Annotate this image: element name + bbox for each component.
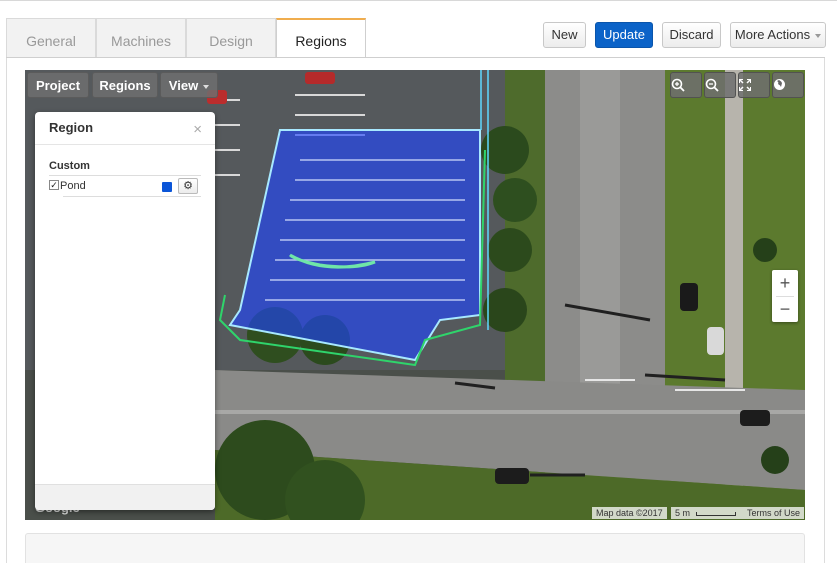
tab-general[interactable]: General	[6, 18, 96, 58]
zoom-out-icon[interactable]	[704, 72, 736, 98]
terms-of-use-link[interactable]: Terms of Use	[743, 507, 805, 519]
region-checkbox[interactable]: ✓	[49, 180, 59, 190]
map-data-attribution: Map data ©2017	[592, 507, 667, 519]
close-icon[interactable]: ×	[193, 121, 202, 138]
globe-icon[interactable]	[772, 72, 804, 98]
zoom-control: + −	[772, 270, 798, 322]
view-menu-button[interactable]: View	[160, 72, 218, 98]
update-button[interactable]: Update	[595, 22, 653, 48]
more-actions-label: More Actions	[734, 27, 811, 42]
region-color-swatch[interactable]	[162, 182, 172, 192]
fullscreen-icon[interactable]	[738, 72, 770, 98]
tab-machines[interactable]: Machines	[96, 18, 186, 58]
tab-regions[interactable]: Regions	[276, 18, 366, 58]
scale-label: 5 m	[675, 508, 691, 518]
regions-menu-button[interactable]: Regions	[92, 72, 158, 98]
region-name: Pond	[60, 180, 86, 192]
panel-divider	[35, 144, 215, 145]
section-heading: Custom	[49, 160, 90, 172]
zoom-separator	[776, 296, 794, 297]
zoom-out-button[interactable]: −	[772, 296, 798, 322]
top-divider	[0, 0, 837, 1]
gear-icon[interactable]: ⚙	[178, 178, 198, 194]
satellite-map[interactable]: Project Regions View + − Google Map data…	[25, 70, 805, 520]
zoom-in-button[interactable]: +	[772, 270, 798, 296]
panel-title: Region	[49, 120, 94, 135]
bottom-panel	[25, 533, 805, 563]
more-actions-button[interactable]: More Actions	[730, 22, 826, 48]
chevron-down-icon	[203, 84, 210, 89]
panel-footer	[35, 484, 215, 510]
zoom-in-icon[interactable]	[670, 72, 702, 98]
view-menu-label: View	[168, 78, 199, 93]
region-panel: Region × Custom ✓ Pond ⚙	[35, 112, 215, 510]
chevron-down-icon	[815, 33, 822, 38]
project-menu-button[interactable]: Project	[27, 72, 89, 98]
scale-line-icon	[695, 511, 736, 516]
row-divider	[63, 196, 201, 197]
scale-bar[interactable]: 5 m	[671, 507, 743, 519]
discard-button[interactable]: Discard	[662, 22, 721, 48]
tab-design[interactable]: Design	[186, 18, 276, 58]
new-button[interactable]: New	[543, 22, 586, 48]
section-divider	[49, 175, 201, 176]
